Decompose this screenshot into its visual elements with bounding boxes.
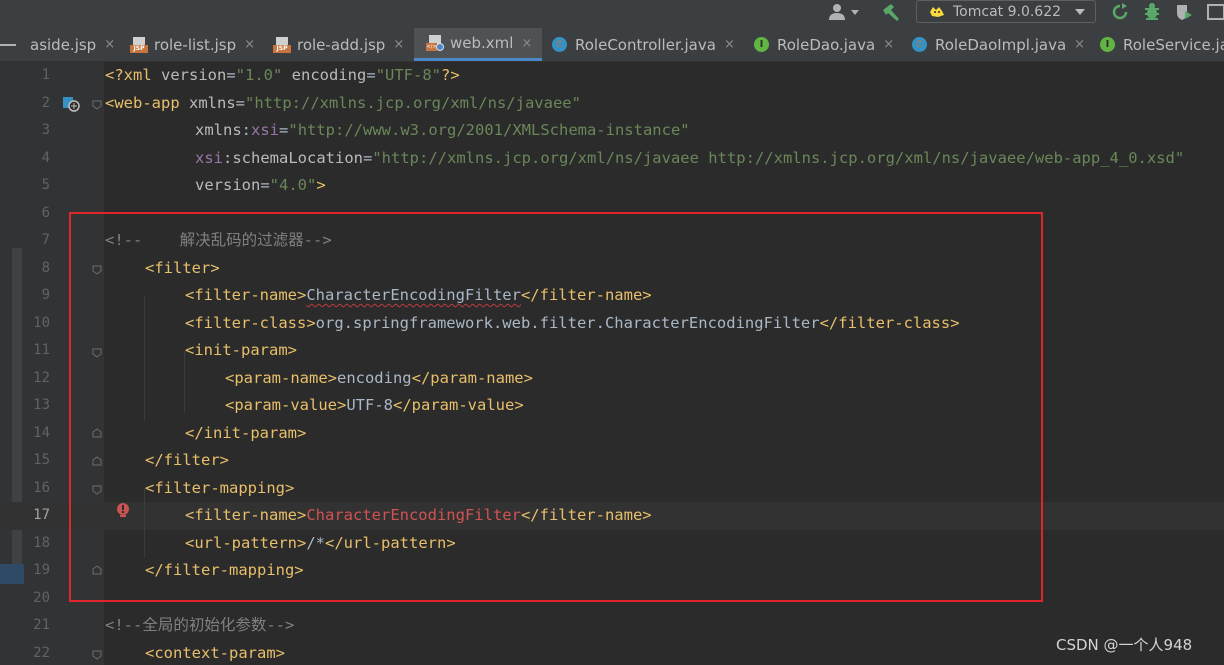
annotation-highlight-box (69, 212, 1043, 602)
java-class-icon: C (552, 37, 567, 52)
line-number: 4 (41, 149, 50, 166)
coverage-shield-icon[interactable] (1174, 2, 1194, 22)
xml-token: xsi (251, 121, 280, 139)
tab-label: aside.jsp (30, 35, 97, 54)
collapse-tabs-icon[interactable] (0, 44, 16, 46)
line-number: 1 (41, 67, 50, 83)
run-configuration-label: Tomcat 9.0.622 (953, 3, 1062, 20)
xml-token: "UTF-8" (375, 66, 442, 84)
watermark: CSDN @一个人948 (1056, 636, 1193, 654)
jsp-file-icon: JSP (273, 36, 291, 53)
tab-label: RoleService.ja (1123, 35, 1224, 54)
line-number: 12 (33, 369, 50, 386)
web-descriptor-gutter-icon[interactable] (62, 96, 80, 112)
tab-label: web.xml (450, 34, 514, 52)
line-number: 10 (33, 314, 50, 331)
xml-token: "http://xmlns.jcp.org/xml/ns/javaee http… (372, 148, 1185, 167)
xml-token: "http://www.w3.org/2001/XMLSchema-instan… (288, 121, 690, 139)
close-icon[interactable]: × (521, 36, 532, 51)
line-number: 7 (41, 232, 50, 248)
java-class-icon: C (912, 37, 927, 52)
code-editor[interactable]: 1 2 3 4 5 6 7 8 9 10 11 12 13 14 15 16 1… (0, 62, 1224, 665)
line-number: 3 (41, 122, 50, 138)
xml-token: ?> (441, 66, 460, 84)
xml-token: encoding (282, 66, 367, 84)
java-interface-icon: I (754, 37, 769, 52)
line-number: 21 (33, 617, 50, 633)
tab-label: RoleController.java (575, 35, 716, 54)
tab-web-xml[interactable]: </> web.xml × (414, 28, 543, 61)
close-icon[interactable]: × (883, 37, 894, 52)
more-icon[interactable] (1206, 2, 1224, 22)
tomcat-icon (930, 6, 944, 17)
xml-token: "http://xmlns.jcp.org/xml/ns/javaee" (245, 93, 581, 112)
xml-token: version (161, 66, 227, 84)
tab-label: RoleDaoImpl.java (935, 35, 1067, 54)
line-number: 15 (33, 452, 50, 468)
xml-token: "4.0" (269, 176, 317, 194)
code-line-21: <!--全局的初始化参数--> (105, 616, 295, 634)
line-number: 16 (33, 479, 50, 496)
rerun-icon[interactable] (1110, 2, 1130, 22)
editor-tab-bar: aside.jsp × JSP role-list.jsp × JSP role… (0, 28, 1224, 62)
line-number: 6 (41, 204, 50, 221)
xml-token: xmlns (195, 121, 242, 139)
xml-web-file-icon: </> (426, 35, 444, 51)
gutter-scroll-marker (0, 564, 24, 584)
tab-label: role-list.jsp (154, 35, 237, 54)
xml-token: > (316, 176, 326, 194)
chevron-down-icon (1075, 9, 1085, 15)
fold-marker-icon[interactable] (92, 100, 102, 110)
line-number: 2 (41, 94, 50, 111)
close-icon[interactable]: × (244, 37, 255, 52)
close-icon[interactable]: × (104, 37, 115, 52)
debug-bug-icon[interactable] (1142, 2, 1162, 22)
xml-token: <?xml (105, 66, 161, 84)
line-number: 9 (41, 287, 50, 303)
line-number: 18 (33, 534, 50, 551)
xml-token: "1.0" (235, 66, 283, 84)
line-number: 11 (33, 342, 50, 358)
fold-marker-icon[interactable] (92, 650, 102, 660)
xml-token: xmlns (189, 93, 236, 112)
chevron-down-icon (851, 9, 859, 15)
line-number: 5 (41, 177, 50, 193)
user-icon[interactable] (828, 2, 862, 22)
build-hammer-icon[interactable] (880, 2, 902, 22)
tab-label: RoleDao.java (777, 35, 876, 54)
tab-label: role-add.jsp (297, 35, 386, 54)
tab-roleservice-java[interactable]: I RoleService.ja (1100, 28, 1224, 61)
tab-roledaoimpl-java[interactable]: C RoleDaoImpl.java × (912, 28, 1085, 61)
line-number: 22 (33, 644, 50, 661)
tab-roledao-java[interactable]: I RoleDao.java × (754, 28, 894, 61)
xml-token: <web-app (105, 93, 189, 112)
line-number: 20 (33, 589, 50, 606)
line-number: 19 (33, 562, 50, 578)
xml-token: version (195, 176, 261, 194)
main-toolbar: Tomcat 9.0.622 (0, 0, 1224, 28)
tab-aside-jsp[interactable]: aside.jsp × (30, 28, 115, 61)
java-interface-icon: I (1100, 37, 1115, 52)
line-number: 17 (33, 507, 50, 523)
close-icon[interactable]: × (1074, 37, 1085, 52)
tab-rolecontroller-java[interactable]: C RoleController.java × (552, 28, 735, 61)
close-icon[interactable]: × (724, 37, 735, 52)
run-configuration-select[interactable]: Tomcat 9.0.622 (916, 0, 1096, 23)
tab-role-add-jsp[interactable]: JSP role-add.jsp × (273, 28, 404, 61)
tab-role-list-jsp[interactable]: JSP role-list.jsp × (130, 28, 255, 61)
xml-token: schemaLocation (232, 148, 363, 167)
code-line-1: <?xml version="1.0" encoding="UTF-8"?> (105, 66, 460, 84)
code-line-2: <web-app xmlns="http://xmlns.jcp.org/xml… (105, 93, 581, 112)
close-icon[interactable]: × (393, 37, 404, 52)
code-line-3: xmlns:xsi="http://www.w3.org/2001/XMLSch… (195, 121, 690, 139)
code-line-5: version="4.0"> (195, 176, 326, 194)
code-line-4: xsi:schemaLocation="http://xmlns.jcp.org… (195, 148, 1185, 167)
line-number: 13 (33, 397, 50, 413)
line-number: 14 (33, 424, 50, 441)
line-number: 8 (41, 259, 50, 276)
xml-token: xsi (195, 148, 223, 167)
jsp-file-icon: JSP (130, 36, 148, 53)
code-line-22: <context-param> (145, 643, 285, 662)
